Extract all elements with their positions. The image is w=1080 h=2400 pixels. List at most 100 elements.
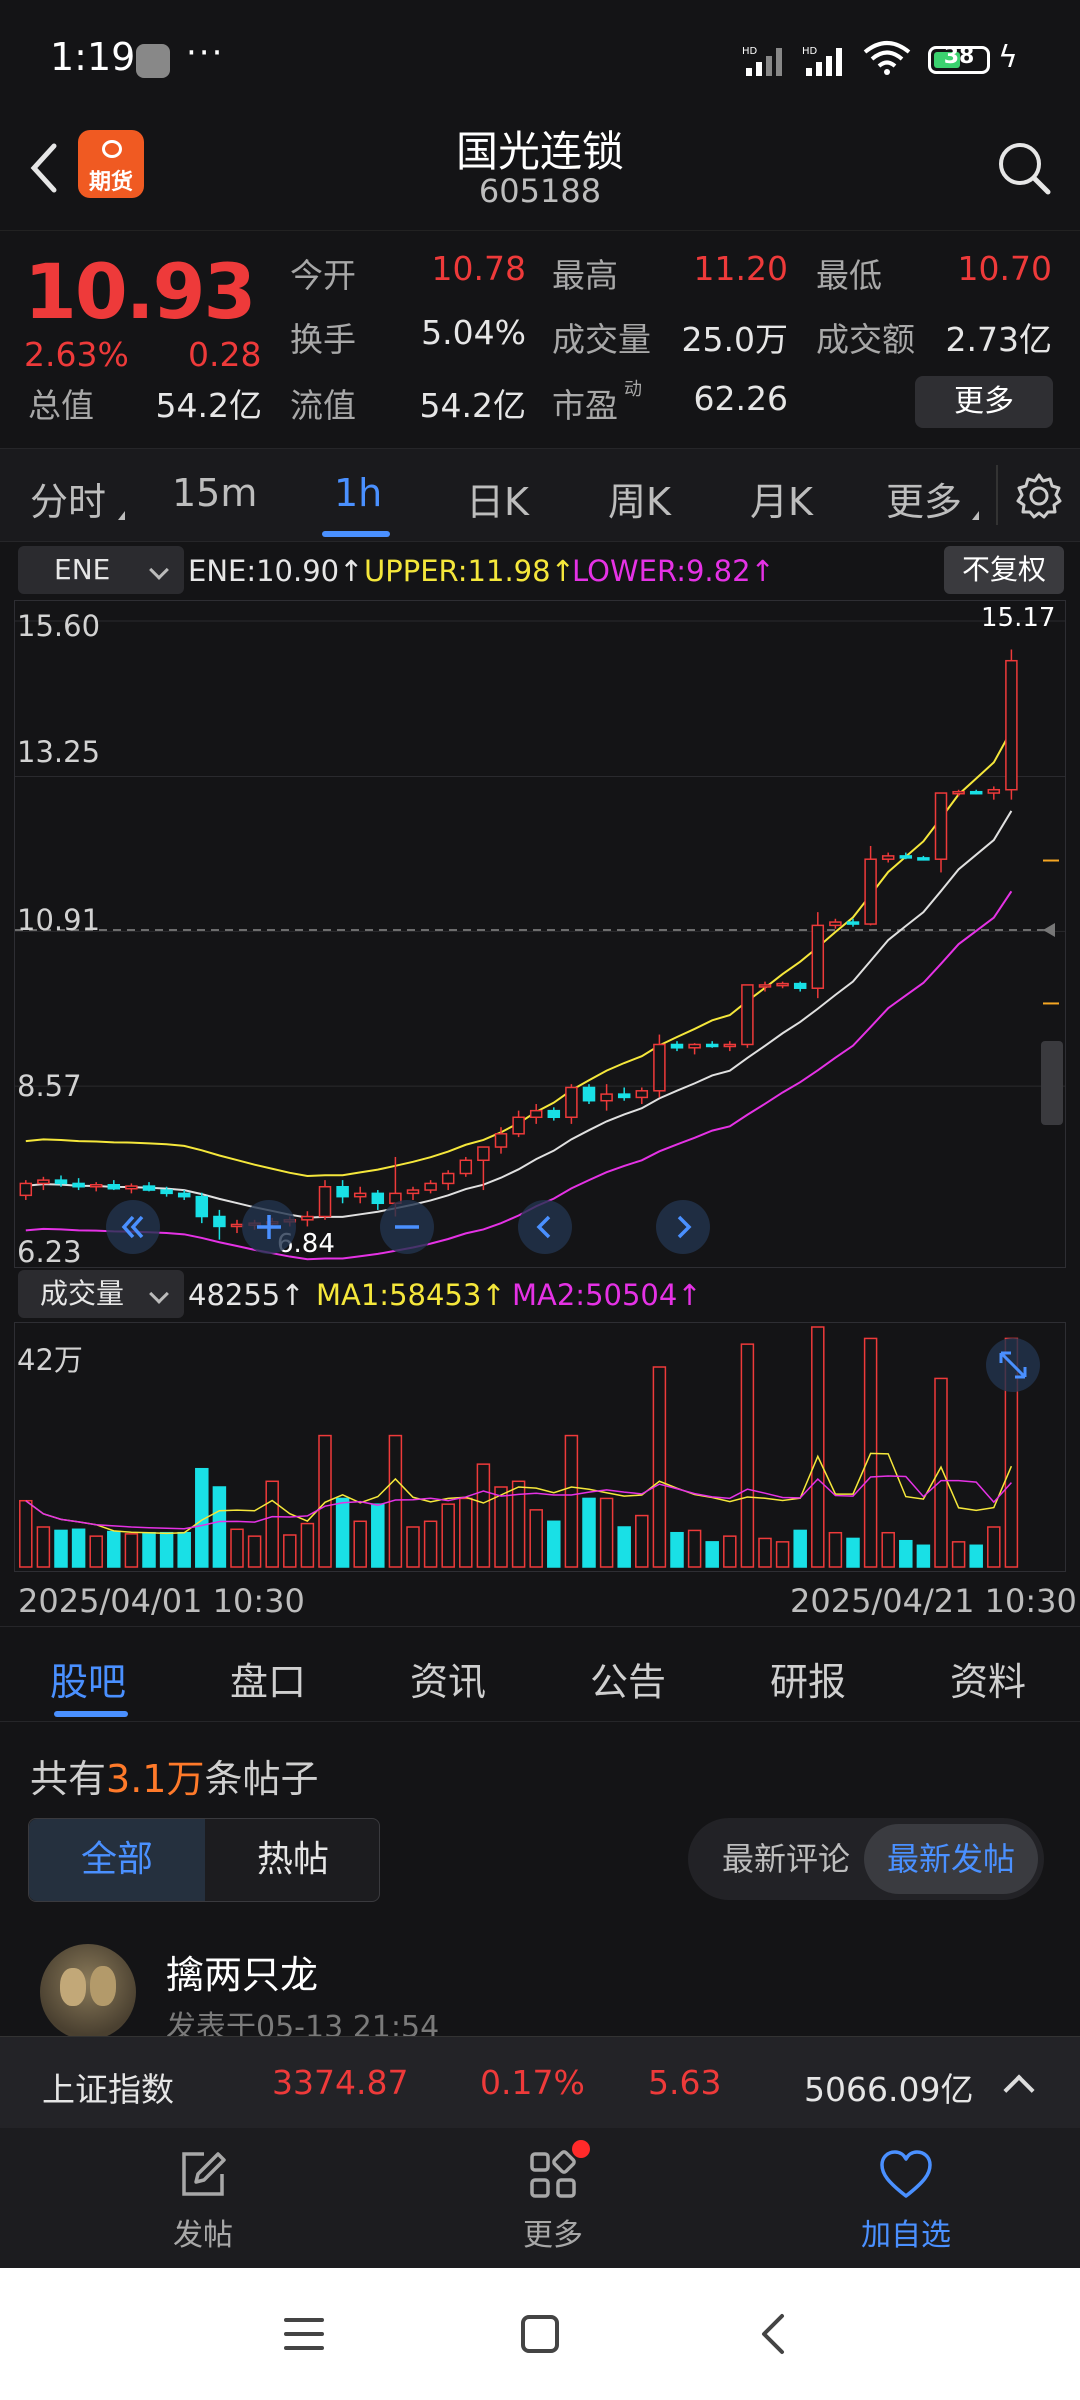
price-axis-label: 13.25 (17, 735, 101, 769)
volume-bar (987, 1526, 1001, 1568)
mcap-label: 总值 (28, 386, 94, 425)
volume-bar (142, 1531, 156, 1568)
low-value: 10.70 (957, 249, 1052, 288)
volume-bar (564, 1434, 579, 1568)
compose-icon[interactable] (176, 2148, 230, 2202)
volume-bar (124, 1533, 139, 1568)
more-quote-button[interactable]: 更多 (915, 376, 1053, 428)
candle-body (864, 858, 877, 925)
home-icon[interactable] (518, 2312, 562, 2356)
scroll-right-button[interactable] (655, 1199, 711, 1255)
more-button-label[interactable]: 更多 (473, 2210, 633, 2254)
add-watchlist-label[interactable]: 加自选 (826, 2210, 986, 2254)
tab-more[interactable]: 更多 (886, 471, 962, 526)
candle-body (195, 1195, 209, 1218)
notification-dot (572, 2140, 590, 2158)
menu-icon[interactable] (282, 2312, 326, 2356)
adjustment-toggle[interactable]: 不复权 (944, 546, 1064, 594)
volume-bar (89, 1535, 103, 1568)
active-tab-indicator (322, 531, 390, 537)
tab-1h[interactable]: 1h (334, 471, 382, 515)
zoom-out-button[interactable] (379, 1199, 435, 1255)
candle-body (881, 855, 895, 860)
rewind-button[interactable] (105, 1199, 161, 1255)
price-axis-label: 15.60 (17, 609, 101, 643)
volume-bar (441, 1503, 455, 1568)
amount-value: 2.73亿 (945, 320, 1052, 359)
chart-period-tabs: 分时 15m 1h 日K 周K 月K 更多 (0, 448, 1080, 542)
zoom-in-button[interactable] (241, 1199, 297, 1255)
candle-body (899, 855, 913, 859)
candle-body (846, 921, 860, 925)
volume-bar (916, 1544, 931, 1568)
tab-profile[interactable]: 资料 (950, 1651, 1026, 1706)
grid-icon[interactable] (526, 2148, 580, 2202)
dropdown-triangle-icon (972, 511, 979, 520)
candle-body (424, 1182, 437, 1191)
end-date: 2025/04/21 10:30 (790, 1582, 1077, 1620)
volume-bar (494, 1486, 508, 1568)
tab-15m[interactable]: 15m (172, 471, 257, 515)
candle-body (318, 1185, 332, 1218)
pe-superscript: 动 (624, 379, 642, 400)
heart-icon[interactable] (878, 2148, 934, 2202)
index-change-pct: 0.17% (480, 2063, 585, 2102)
sort-latest-post[interactable]: 最新发帖 (864, 1824, 1038, 1894)
price-pointer (1043, 923, 1055, 938)
tab-reports[interactable]: 研报 (770, 1651, 846, 1706)
volume-chart[interactable]: 42万 (14, 1322, 1066, 1572)
chevron-down-icon (149, 560, 169, 580)
chart-side-handle[interactable] (1041, 1041, 1063, 1125)
volume-bar (811, 1326, 825, 1568)
pe-label: 市盈 (552, 386, 618, 425)
futures-badge[interactable]: 期货 (78, 130, 144, 198)
chevron-up-icon[interactable] (1003, 2074, 1035, 2106)
volume-bar (283, 1534, 297, 1568)
tab-orderbook[interactable]: 盘口 (230, 1651, 306, 1706)
candle-body (1005, 659, 1018, 791)
candle-body (441, 1172, 455, 1185)
tab-forum[interactable]: 股吧 (50, 1651, 126, 1706)
tab-divider (996, 465, 998, 525)
scroll-left-button[interactable] (517, 1199, 573, 1255)
tab-monthly[interactable]: 月K (750, 471, 813, 526)
mcap-value: 54.2亿 (155, 386, 262, 425)
avatar[interactable] (40, 1944, 136, 2040)
candle-body (125, 1185, 138, 1190)
expand-icon[interactable] (985, 1337, 1041, 1393)
volume-bar (547, 1520, 561, 1568)
search-icon[interactable] (996, 140, 1052, 196)
tab-weekly[interactable]: 周K (608, 471, 671, 526)
candle-body (829, 921, 842, 927)
candle-body (617, 1093, 631, 1099)
post-button-label[interactable]: 发帖 (123, 2210, 283, 2254)
volume-bar (617, 1526, 631, 1568)
sort-latest-comment[interactable]: 最新评论 (706, 1818, 866, 1900)
candle-body (459, 1159, 473, 1175)
index-ticker-bar[interactable]: 上证指数 3374.87 0.17% 5.63 5066.09亿 (0, 2036, 1080, 2128)
back-nav-icon[interactable] (752, 2312, 796, 2356)
post-author[interactable]: 擒两只龙 (166, 1944, 318, 1999)
tab-timeshare[interactable]: 分时 (30, 471, 106, 526)
more-notifications-icon: ··· (186, 33, 225, 73)
candlestick-chart[interactable]: 15.60 13.25 10.91 8.57 6.23 15.17 6.84 (14, 600, 1066, 1269)
tab-announcements[interactable]: 公告 (590, 1651, 666, 1706)
back-arrow-icon[interactable] (24, 138, 64, 198)
indicator-selector[interactable]: ENE (18, 546, 184, 594)
candle-body (688, 1043, 701, 1049)
float-label: 流值 (290, 386, 356, 425)
volume-bar (335, 1497, 350, 1568)
volume-ma1: MA1:58453↑ (316, 1278, 506, 1312)
tab-news[interactable]: 资讯 (410, 1651, 486, 1706)
tab-daily[interactable]: 日K (466, 471, 529, 526)
signal-icon: HD (742, 46, 782, 76)
volume-indicator-selector[interactable]: 成交量 (18, 1270, 184, 1318)
filter-hot-button[interactable]: 热帖 (205, 1819, 381, 1901)
gear-icon[interactable] (1014, 471, 1064, 521)
candle-body (19, 1182, 33, 1197)
filter-all-button[interactable]: 全部 (29, 1819, 205, 1901)
volume-bar (19, 1499, 33, 1568)
volume-bar (459, 1497, 473, 1568)
candle-body (987, 788, 1001, 794)
volume-bar (230, 1528, 244, 1568)
